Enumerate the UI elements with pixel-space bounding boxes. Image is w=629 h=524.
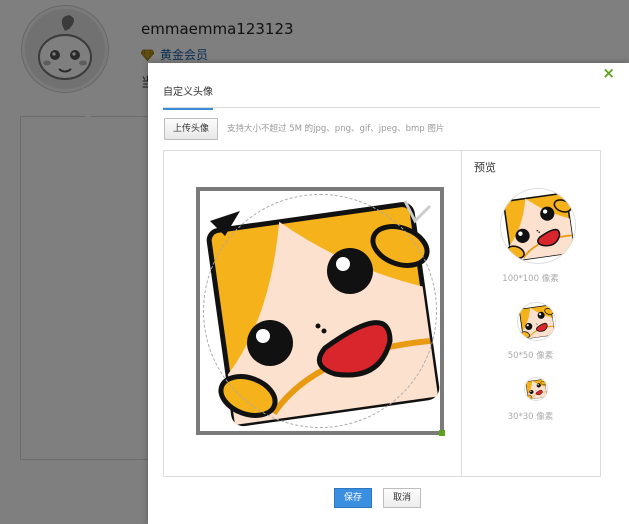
close-icon[interactable]: × <box>602 64 615 82</box>
dialog-actions: 保存 取消 <box>148 488 629 508</box>
tab-custom-avatar[interactable]: 自定义头像 <box>163 83 213 110</box>
custom-avatar-dialog: × 自定义头像 上传头像 支持大小不超过 5M 的jpg、png、gif、jpe… <box>148 63 629 524</box>
preview-size-label: 30*30 像素 <box>507 412 554 422</box>
preview-size-label: 50*50 像素 <box>507 351 554 361</box>
avatar-workspace: 预览 100*100 像素 50*50 像素 30*30 像素 <box>163 150 601 477</box>
preview-size-label: 100*100 像素 <box>502 274 559 284</box>
preview-panel: 预览 100*100 像素 50*50 像素 30*30 像素 <box>461 151 600 476</box>
crop-image <box>200 191 440 431</box>
crop-circle-guide <box>203 194 437 428</box>
upload-row: 上传头像 支持大小不超过 5M 的jpg、png、gif、jpeg、bmp 图片 <box>164 118 604 140</box>
monkey-avatar-image <box>525 378 547 400</box>
monkey-avatar-image <box>518 303 555 340</box>
monkey-avatar-image <box>501 189 575 263</box>
dialog-tabs: 自定义头像 <box>163 77 600 110</box>
save-button[interactable]: 保存 <box>334 488 372 508</box>
upload-hint: 支持大小不超过 5M 的jpg、png、gif、jpeg、bmp 图片 <box>227 124 445 134</box>
crop-frame[interactable] <box>196 187 445 436</box>
crop-area <box>164 151 462 476</box>
cancel-button[interactable]: 取消 <box>383 488 421 508</box>
preview-title: 预览 <box>474 161 496 174</box>
preview-medium <box>518 303 555 340</box>
crop-resize-handle[interactable] <box>439 430 445 436</box>
preview-small <box>525 378 547 400</box>
preview-large <box>501 189 575 263</box>
upload-avatar-button[interactable]: 上传头像 <box>164 118 219 140</box>
